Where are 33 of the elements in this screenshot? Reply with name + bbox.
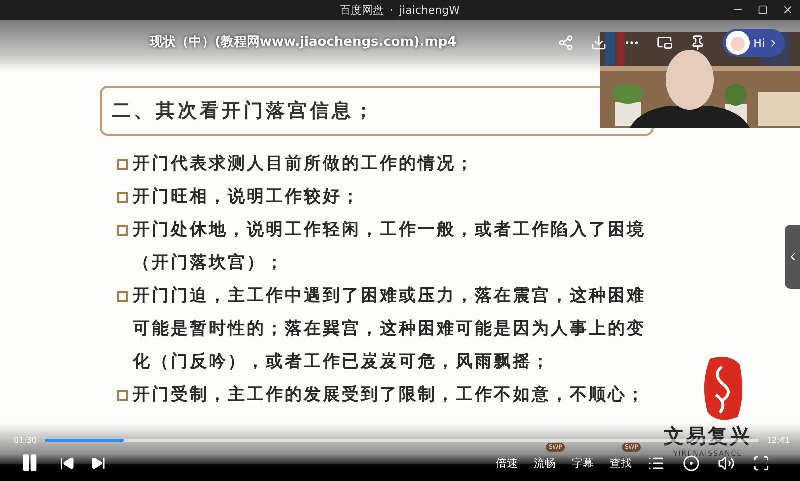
bullet-icon bbox=[117, 192, 128, 203]
mascot-icon bbox=[724, 30, 751, 56]
control-button[interactable]: 倍速 bbox=[496, 456, 518, 470]
pin-icon[interactable] bbox=[690, 35, 706, 51]
control-button[interactable]: 字幕 bbox=[572, 456, 594, 470]
bullet-text: 开门处休地，说明工作轻闲，工作一般，或者工作陷入了困境（开门落坎宫）； bbox=[133, 219, 647, 275]
close-icon[interactable] bbox=[782, 4, 794, 16]
bullet-icon bbox=[117, 159, 128, 170]
logo-name: 文易复兴 bbox=[664, 423, 752, 450]
bullet-icon bbox=[117, 291, 128, 302]
app-title: 百度网盘 bbox=[340, 2, 384, 18]
previous-button[interactable] bbox=[60, 456, 75, 470]
fullscreen-icon[interactable] bbox=[753, 454, 770, 472]
next-button[interactable] bbox=[91, 456, 106, 470]
bullet-icon bbox=[117, 225, 128, 236]
bullet-icon bbox=[117, 390, 128, 401]
maximize-icon[interactable] bbox=[758, 5, 768, 15]
video-title: 现状（中）(教程网www.jiaochengs.com).mp4 bbox=[150, 34, 457, 51]
assistant-button[interactable]: Hi bbox=[722, 29, 785, 57]
total-time: 12:41 bbox=[766, 436, 790, 445]
side-panel-handle[interactable] bbox=[785, 225, 800, 289]
circle-dot-icon[interactable] bbox=[683, 454, 700, 472]
separator-dot: · bbox=[390, 4, 394, 16]
share-icon[interactable] bbox=[558, 35, 574, 51]
bullet-text: 开门门迫，主工作中遇到了困难或压力，落在震宫，这种困难可能是暂时性的；落在巽宫，这种困难可能是因为人事上的变化（门反吟），或者工作已岌岌可危，风雨飘摇； bbox=[133, 285, 647, 374]
bullet-text: 开门受制，主工作的发展受到了限制，工作不如意，不顺心； bbox=[133, 384, 647, 407]
download-icon[interactable] bbox=[590, 35, 607, 51]
elapsed-time: 01:30 bbox=[14, 436, 38, 445]
bullet-text: 开门旺相，说明工作较好； bbox=[133, 186, 362, 209]
volume-icon[interactable] bbox=[718, 454, 735, 472]
bullet-text: 开门代表求测人目前所做的工作的情况； bbox=[133, 153, 476, 176]
account-name: jiaichengW bbox=[399, 4, 460, 16]
picture-in-picture-icon[interactable] bbox=[656, 35, 673, 51]
